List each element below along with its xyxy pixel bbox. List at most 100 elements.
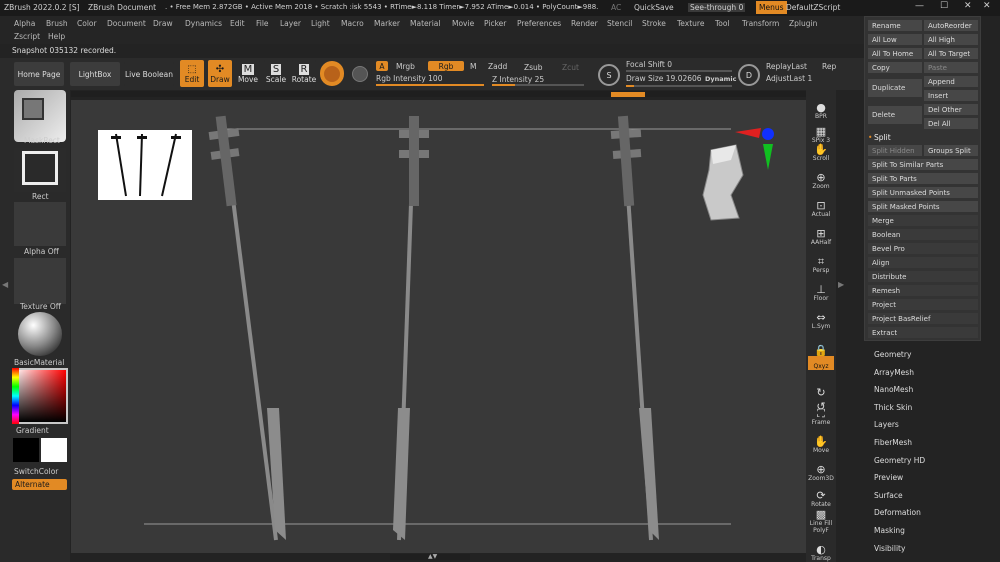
left-collapse-icon[interactable]: ◀ [2,280,8,289]
append-button[interactable]: Append [924,76,978,87]
maximize-icon[interactable]: ☐ [940,1,948,11]
split-unmasked-button[interactable]: Split Unmasked Points [868,187,978,198]
menu-stroke[interactable]: Stroke [642,19,666,28]
section-geometry-hd[interactable]: Geometry HD [874,456,925,465]
split-parts-button[interactable]: Split To Parts [868,173,978,184]
menu-stencil[interactable]: Stencil [607,19,632,28]
menu-picker[interactable]: Picker [484,19,506,28]
rgb-intensity-track[interactable] [376,84,484,86]
paste-button[interactable]: Paste [924,62,978,73]
split-section-header[interactable]: Split [874,133,891,142]
shelf-lock-button[interactable]: 🔒 [808,330,834,356]
secondary-color-swatch[interactable] [41,438,67,462]
texture-thumb[interactable] [14,258,66,304]
rgb-toggle[interactable]: Rgb [428,61,464,71]
rect-stroke-thumb[interactable] [14,148,66,192]
split-similar-button[interactable]: Split To Similar Parts [868,159,978,170]
sdiv-dial-icon[interactable]: S [598,64,620,86]
orientation-head-icon[interactable] [702,144,744,221]
live-boolean-button[interactable]: Live Boolean [124,62,174,86]
shelf-actual-button[interactable]: ⊡ Actual [808,192,834,218]
shelf-frame-button[interactable]: ⛶ Frame [808,400,834,426]
section-surface[interactable]: Surface [874,491,903,500]
zsub-toggle[interactable]: Zsub [524,63,543,72]
d-dial-icon[interactable]: D [738,64,760,86]
top-scrollbar[interactable] [71,91,806,97]
menu-alpha[interactable]: Alpha [14,19,35,28]
menu-light[interactable]: Light [311,19,330,28]
a-toggle[interactable]: A [376,61,388,71]
shelf-persp-button[interactable]: ⌗ Persp [808,248,834,274]
color-picker[interactable] [12,368,68,424]
hue-strip[interactable] [12,368,19,424]
see-through-slider[interactable]: See-through 0 [688,3,746,12]
shelf-zoom-button[interactable]: ⊕ Zoom [808,164,834,190]
menu-zplugin[interactable]: Zplugin [789,19,817,28]
merge-section[interactable]: Merge [868,215,978,226]
menu-marker[interactable]: Marker [374,19,400,28]
section-nanomesh[interactable]: NanoMesh [874,385,913,394]
canvas-viewport[interactable] [71,100,806,553]
primary-color-swatch[interactable] [13,438,39,462]
bottom-scrollbar[interactable]: ▲▼ [390,553,470,560]
right-collapse-icon[interactable]: ▶ [838,280,844,289]
all-to-target-button[interactable]: All To Target [924,48,978,59]
section-fibermesh[interactable]: FiberMesh [874,438,912,447]
project-section[interactable]: Project [868,299,978,310]
split-hidden-button[interactable]: Split Hidden [868,145,922,156]
z-intensity-slider[interactable]: Z Intensity 25 [492,75,544,84]
menu-color[interactable]: Color [77,19,97,28]
all-high-button[interactable]: All High [924,34,978,45]
menu-draw[interactable]: Draw [153,19,173,28]
maskrect-brush-thumb[interactable] [14,90,66,142]
alternate-button[interactable]: Alternate [12,479,67,490]
draw-size-track[interactable] [626,85,732,87]
sword-model-left[interactable] [208,115,286,541]
menu-material[interactable]: Material [410,19,440,28]
section-deformation[interactable]: Deformation [874,508,921,517]
close-icon[interactable]: ✕ [964,1,972,11]
default-zscript-button[interactable]: DefaultZScript [786,3,840,12]
menu-render[interactable]: Render [571,19,598,28]
duplicate-button[interactable]: Duplicate [868,79,922,97]
shelf-scroll-button[interactable]: ✋ Scroll [808,136,834,162]
menu-edit[interactable]: Edit [230,19,245,28]
draw-button[interactable]: ✣ Draw [208,60,232,87]
menu-texture[interactable]: Texture [677,19,704,28]
quicksave-button[interactable]: QuickSave [634,3,674,12]
shelf-move-button[interactable]: ✋ Move [808,428,834,454]
menu-zscript[interactable]: Zscript [14,32,40,41]
shelf-sphere-button[interactable]: ● BPR [808,94,834,120]
menu-preferences[interactable]: Preferences [517,19,561,28]
shelf-transp-button[interactable]: ◐ Transp [808,536,834,562]
sword-model-right[interactable] [610,115,659,541]
menu-layer[interactable]: Layer [280,19,301,28]
m-toggle[interactable]: M [470,62,476,71]
dynamic-toggle[interactable]: Dynamic [705,75,737,83]
distribute-section[interactable]: Distribute [868,271,978,282]
all-low-button[interactable]: All Low [868,34,922,45]
shelf-zoom3d-button[interactable]: ⊕ Zoom3D [808,456,834,482]
menu-dynamics[interactable]: Dynamics [185,19,222,28]
lightbox-button[interactable]: LightBox [70,62,120,86]
zcut-toggle[interactable]: Zcut [562,63,579,72]
del-other-button[interactable]: Del Other [924,104,978,115]
shelf-rotate-button[interactable]: ⟳ Rotate [808,482,834,508]
z-intensity-track[interactable] [492,84,584,86]
top-scrollbar-thumb[interactable] [611,92,645,97]
menus-button[interactable]: Menus [756,1,787,14]
align-section[interactable]: Align [868,257,978,268]
rep-button[interactable]: Rep [822,62,836,71]
rename-button[interactable]: Rename [868,20,922,31]
menu-document[interactable]: Document [107,19,146,28]
section-preview[interactable]: Preview [874,473,903,482]
alpha-thumb[interactable] [14,202,66,246]
section-layers[interactable]: Layers [874,420,899,429]
bottom-scroll-icon[interactable]: ▲▼ [428,553,437,560]
menu-movie[interactable]: Movie [452,19,474,28]
move-button[interactable]: M Move [236,60,260,87]
shelf-lsym-button[interactable]: ⇔ L.Sym [808,304,834,330]
section-masking[interactable]: Masking [874,526,905,535]
menu-transform[interactable]: Transform [742,19,779,28]
adjust-last-slider[interactable]: AdjustLast 1 [766,74,812,83]
